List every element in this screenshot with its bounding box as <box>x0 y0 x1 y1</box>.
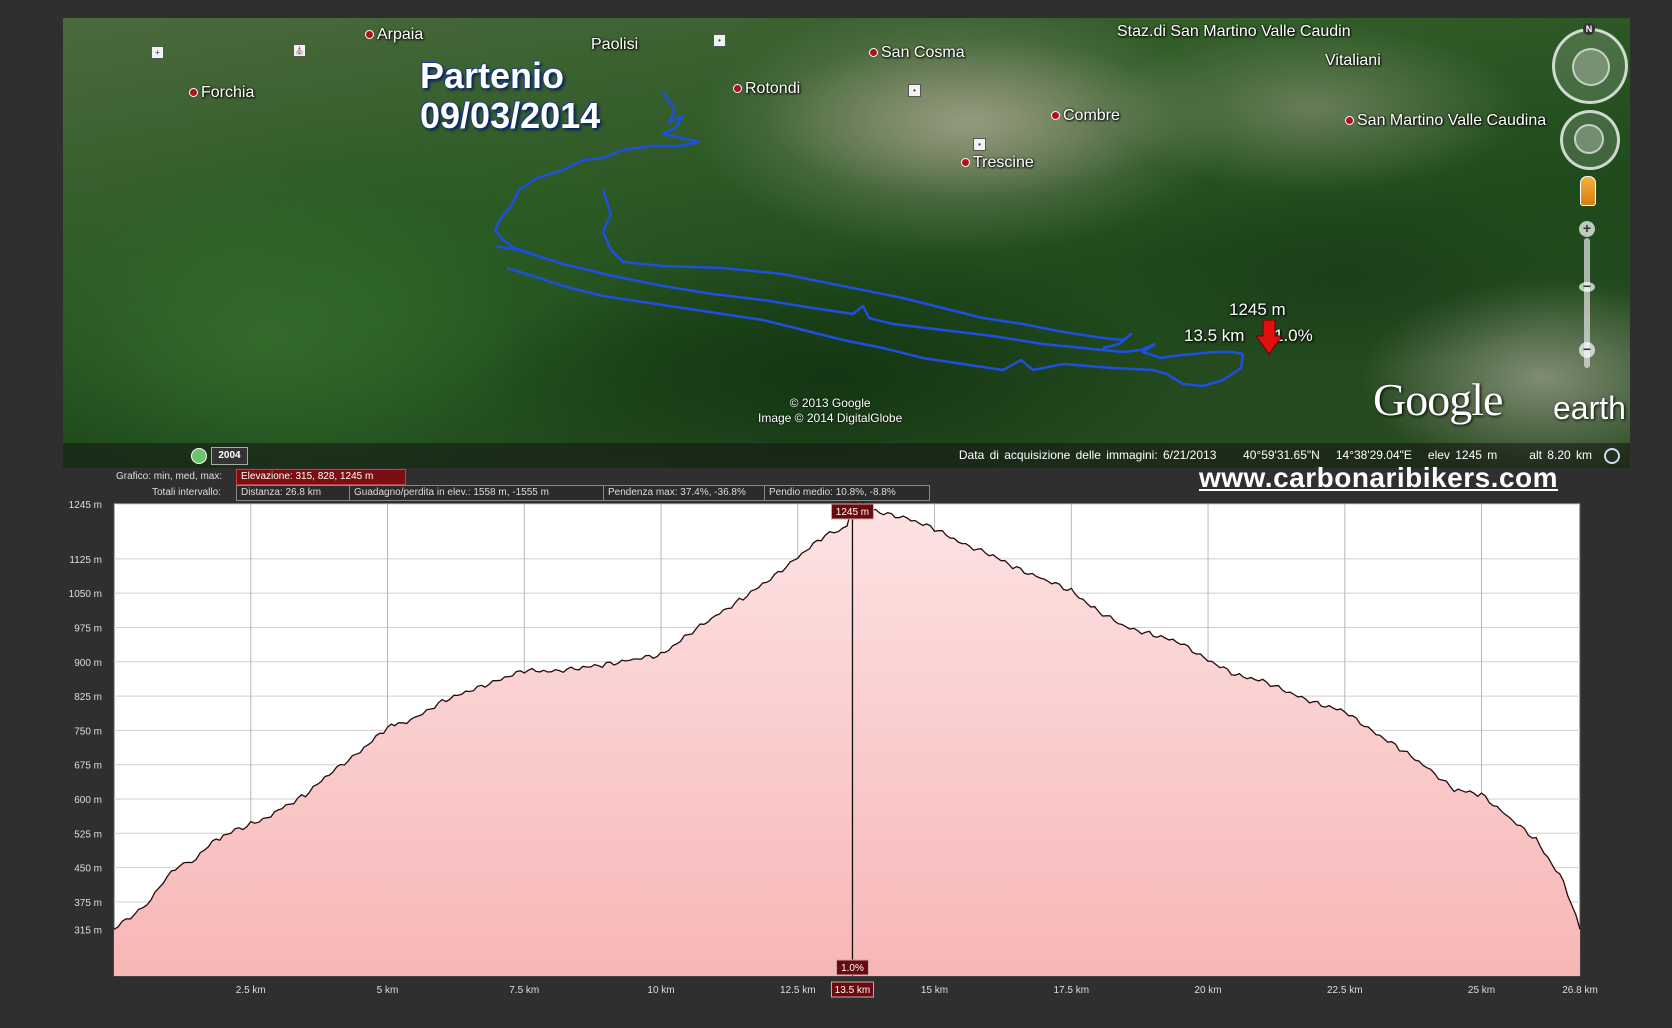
x-tick-label: 22.5 km <box>1327 985 1363 996</box>
look-joystick[interactable] <box>1572 48 1610 86</box>
zoom-in-button[interactable]: + <box>1579 221 1595 237</box>
y-tick-label: 375 m <box>74 898 102 909</box>
x-tick-label: 26.8 km <box>1562 985 1598 996</box>
y-tick-label: 975 m <box>74 623 102 634</box>
position-arrow-icon[interactable] <box>1255 320 1283 356</box>
y-tick-label: 900 m <box>74 658 102 669</box>
elevation-stats: Elevazione: 315, 828, 1245 m <box>236 469 406 485</box>
x-tick-label: 2.5 km <box>236 985 266 996</box>
elevation-profile-chart[interactable]: 1245 m 1125 m 1050 m 975 m 900 m 825 m 750 m 67… <box>0 498 1672 1008</box>
x-tick-label: 12.5 km <box>780 985 816 996</box>
x-tick-label: 25 km <box>1468 985 1495 996</box>
x-tick-label: 15 km <box>921 985 948 996</box>
y-tick-label: 825 m <box>74 692 102 703</box>
earth-logo: earth <box>1553 390 1626 426</box>
y-tick-label: 750 m <box>74 726 102 737</box>
y-tick-label: 1050 m <box>69 589 102 600</box>
x-tick-label: 17.5 km <box>1053 985 1089 996</box>
imagery-credit: © 2013 Google Image © 2014 DigitalGlobe <box>758 396 903 425</box>
y-tick-label: 315 m <box>74 925 102 936</box>
google-logo: Google <box>1373 374 1503 425</box>
cursor-distance-label: 13.5 km <box>1184 326 1245 345</box>
cursor-elevation-value: 1245 m <box>836 507 869 518</box>
historical-imagery-clock-icon[interactable] <box>191 448 207 464</box>
map-view[interactable]: Arpaia Paolisi Forchia Rotondi San Cosma… <box>63 18 1630 468</box>
y-tick-label: 675 m <box>74 761 102 772</box>
x-tick-label: 10 km <box>647 985 674 996</box>
y-tick-label: 1245 m <box>69 500 102 511</box>
imagery-year[interactable]: 2004 <box>211 447 248 465</box>
y-tick-label: 450 m <box>74 864 102 875</box>
y-tick-label: 1125 m <box>69 555 102 566</box>
stats-row1-label: Grafico: min, med, max: <box>116 471 223 482</box>
street-view-pegman-icon[interactable] <box>1580 176 1596 206</box>
status-readout: Data di acquisizione delle immagini: 6/2… <box>958 448 1592 462</box>
elevation-chart-svg[interactable]: 1245 m 1125 m 1050 m 975 m 900 m 825 m 750 m 67… <box>0 498 1672 1008</box>
zoom-slider-handle[interactable]: − <box>1579 279 1595 293</box>
x-tick-label: 20 km <box>1194 985 1221 996</box>
track-line <box>493 91 1245 388</box>
x-tick-label: 7.5 km <box>509 985 539 996</box>
north-indicator-icon[interactable]: N <box>1583 23 1595 35</box>
y-tick-label: 525 m <box>74 829 102 840</box>
website-url[interactable]: www.carbonaribikers.com <box>1199 462 1558 494</box>
cursor-grade-value: 1.0% <box>841 963 864 974</box>
y-tick-label: 600 m <box>74 795 102 806</box>
hand-icon[interactable] <box>1574 124 1604 154</box>
x-tick-label: 5 km <box>377 985 399 996</box>
streaming-globe-icon <box>1604 448 1620 464</box>
zoom-out-button[interactable]: − <box>1579 342 1595 358</box>
cursor-distance-value: 13.5 km <box>835 985 871 996</box>
cursor-elevation-label: 1245 m <box>1229 300 1286 319</box>
